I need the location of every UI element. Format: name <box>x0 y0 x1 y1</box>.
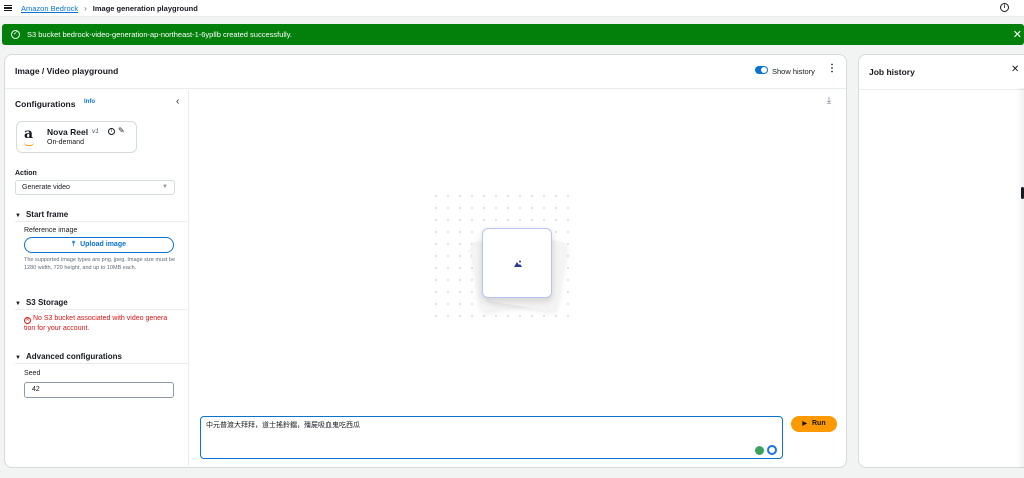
divider <box>15 221 187 222</box>
s3-error-text: No S3 bucket associated with video gener… <box>24 315 168 332</box>
playground-container: Image / Video playground Show history ⋮ … <box>4 54 847 468</box>
prompt-input[interactable]: 中元普渡大拜拜，道士搖鈴鐺，殭屍吸血鬼吃西瓜 <box>200 416 783 459</box>
assistant-extension-icon[interactable] <box>767 445 777 455</box>
s3-storage-header[interactable]: ▼ S3 Storage <box>15 298 68 307</box>
playground-title: Image / Video playground <box>15 66 119 76</box>
show-history-label[interactable]: Show history <box>772 67 815 76</box>
action-select[interactable]: Generate video ▼ <box>15 180 175 195</box>
top-bar: Amazon Bedrock › Image generation playgr… <box>0 0 1024 17</box>
placeholder-card <box>482 228 552 298</box>
action-select-value: Generate video <box>22 184 70 191</box>
breadcrumb-current: Image generation playground <box>92 3 198 13</box>
success-check-icon: ✓ <box>11 30 20 39</box>
collapse-panel-icon[interactable]: ‹ <box>176 96 179 107</box>
divider <box>859 89 1024 90</box>
job-history-title: Job history <box>869 67 915 77</box>
action-label: Action <box>15 170 37 177</box>
download-icon[interactable]: ⤓ <box>827 95 831 106</box>
breadcrumb-separator: › <box>84 3 87 13</box>
upload-icon: ⤒ <box>71 241 76 248</box>
model-name: Nova Reel <box>47 127 89 137</box>
error-icon: ✕ <box>24 317 31 324</box>
start-frame-header[interactable]: ▼ Start frame <box>15 210 68 219</box>
amazon-logo-icon: a <box>24 126 34 142</box>
divider <box>15 309 187 310</box>
scroll-shadow <box>1017 88 1024 468</box>
model-info-icon[interactable]: i <box>108 128 115 135</box>
advanced-config-header[interactable]: ▼ Advanced configurations <box>15 352 122 361</box>
show-history-toggle[interactable] <box>755 66 768 74</box>
reference-image-label: Reference image <box>24 227 78 234</box>
model-card[interactable]: a Nova Reel v1 i ✎ On-demand <box>16 121 137 153</box>
s3-storage-title: S3 Storage <box>25 298 68 307</box>
configurations-info-link[interactable]: Info <box>84 99 95 105</box>
job-history-panel: Job history ✕ <box>858 54 1024 468</box>
advanced-config-title: Advanced configurations <box>25 352 122 361</box>
grammar-extension-icon[interactable] <box>755 446 764 455</box>
output-canvas: ⤓ 中元普渡大拜拜，道士搖鈴鐺，殭屍吸血鬼吃西瓜 ▶ Run <box>190 90 846 468</box>
upload-image-button[interactable]: ⤒ Upload image <box>24 237 174 253</box>
edit-model-icon[interactable]: ✎ <box>118 126 125 135</box>
playground-header: Image / Video playground Show history ⋮ <box>5 55 846 89</box>
upload-image-label: Upload image <box>80 241 126 248</box>
menu-icon[interactable] <box>4 4 12 12</box>
close-job-history-icon[interactable]: ✕ <box>1011 64 1019 75</box>
expand-triangle-icon: ▼ <box>15 301 21 307</box>
play-icon: ▶ <box>802 421 807 427</box>
configurations-panel: Configurations Info ‹ a Nova Reel v1 i ✎… <box>5 90 189 468</box>
model-version: v1 <box>92 128 99 135</box>
s3-error-message: ✕ No S3 bucket associated with video gene… <box>24 314 179 334</box>
configurations-title: Configurations <box>15 99 76 109</box>
run-label: Run <box>812 420 826 427</box>
model-mode: On-demand <box>47 139 84 146</box>
flash-close-icon[interactable]: ✕ <box>1013 28 1022 41</box>
upload-help-text: The supported image types are png, jpeg.… <box>24 257 176 271</box>
expand-triangle-icon: ▼ <box>15 355 21 361</box>
success-flash: ✓ S3 bucket bedrock-video-generation-ap-… <box>2 24 1024 45</box>
expand-triangle-icon: ▼ <box>15 213 21 219</box>
run-button[interactable]: ▶ Run <box>791 416 837 432</box>
divider <box>15 363 187 364</box>
amazon-smile-icon <box>24 142 34 146</box>
breadcrumb-link-bedrock[interactable]: Amazon Bedrock <box>21 4 78 13</box>
prompt-text: 中元普渡大拜拜，道士搖鈴鐺，殭屍吸血鬼吃西瓜 <box>206 421 360 429</box>
seed-input[interactable]: 42 <box>24 382 174 398</box>
image-placeholder-icon <box>514 260 522 267</box>
more-options-icon[interactable]: ⋮ <box>827 64 837 74</box>
start-frame-title: Start frame <box>25 210 69 219</box>
flash-message: S3 bucket bedrock-video-generation-ap-no… <box>27 30 293 39</box>
dropdown-arrow-icon: ▼ <box>162 184 168 190</box>
info-icon[interactable]: i <box>1000 3 1009 12</box>
seed-label: Seed <box>24 370 41 377</box>
